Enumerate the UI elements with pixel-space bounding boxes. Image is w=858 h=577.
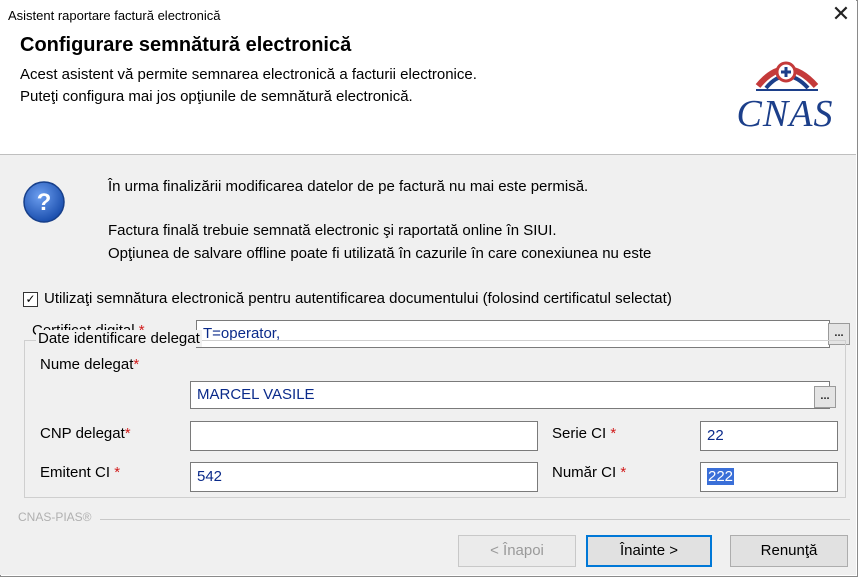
cnas-logo-text: CNAS	[736, 93, 834, 135]
delegate-group-title: Date identificare delegat	[36, 330, 202, 347]
footer-brand: CNAS-PIAS®	[18, 510, 92, 524]
required-mark: *	[133, 356, 140, 373]
page-subtitle-2: Puteţi configura mai jos opţiunile de se…	[20, 88, 413, 105]
required-mark: *	[124, 425, 131, 442]
emitent-ci-field[interactable]: 542	[190, 462, 538, 492]
delegate-cnp-field[interactable]	[190, 421, 538, 451]
numar-ci-label: Număr CI *	[552, 464, 627, 481]
svg-text:?: ?	[37, 189, 52, 216]
next-button[interactable]: Înainte >	[586, 535, 712, 567]
delegate-name-label: Nume delegat*	[40, 356, 140, 373]
page-subtitle-1: Acest asistent vă permite semnarea elect…	[20, 66, 477, 83]
close-icon[interactable]: ✕	[828, 2, 854, 28]
delegate-browse-button[interactable]: ...	[814, 386, 836, 408]
required-mark: *	[620, 464, 627, 481]
info-line-2: Factura finală trebuie semnată electroni…	[108, 222, 557, 239]
serie-ci-label: Serie CI *	[552, 425, 617, 442]
cancel-button[interactable]: Renunţă	[730, 535, 848, 567]
window-title: Asistent raportare factură electronică	[8, 8, 221, 23]
serie-ci-field[interactable]: 22	[700, 421, 838, 451]
back-button[interactable]: < Înapoi	[458, 535, 576, 567]
use-signature-checkbox[interactable]: ✓	[23, 292, 38, 307]
delegate-name-field[interactable]: MARCEL VASILE	[190, 381, 830, 409]
footer-divider	[100, 519, 850, 520]
numar-ci-field[interactable]: 222	[700, 462, 838, 492]
page-title: Configurare semnătură electronică	[20, 34, 352, 56]
question-icon: ?	[23, 181, 65, 223]
use-signature-label: Utilizaţi semnătura electronică pentru a…	[44, 290, 672, 307]
required-mark: *	[610, 425, 617, 442]
info-line-3: Opţiunea de salvare offline poate fi uti…	[108, 245, 652, 262]
numar-ci-selected-text: 222	[707, 468, 735, 485]
emitent-ci-label: Emitent CI *	[40, 464, 121, 481]
info-line-1: În urma finalizării modificarea datelor …	[108, 178, 589, 195]
required-mark: *	[114, 464, 121, 481]
delegate-cnp-label: CNP delegat*	[40, 425, 131, 442]
